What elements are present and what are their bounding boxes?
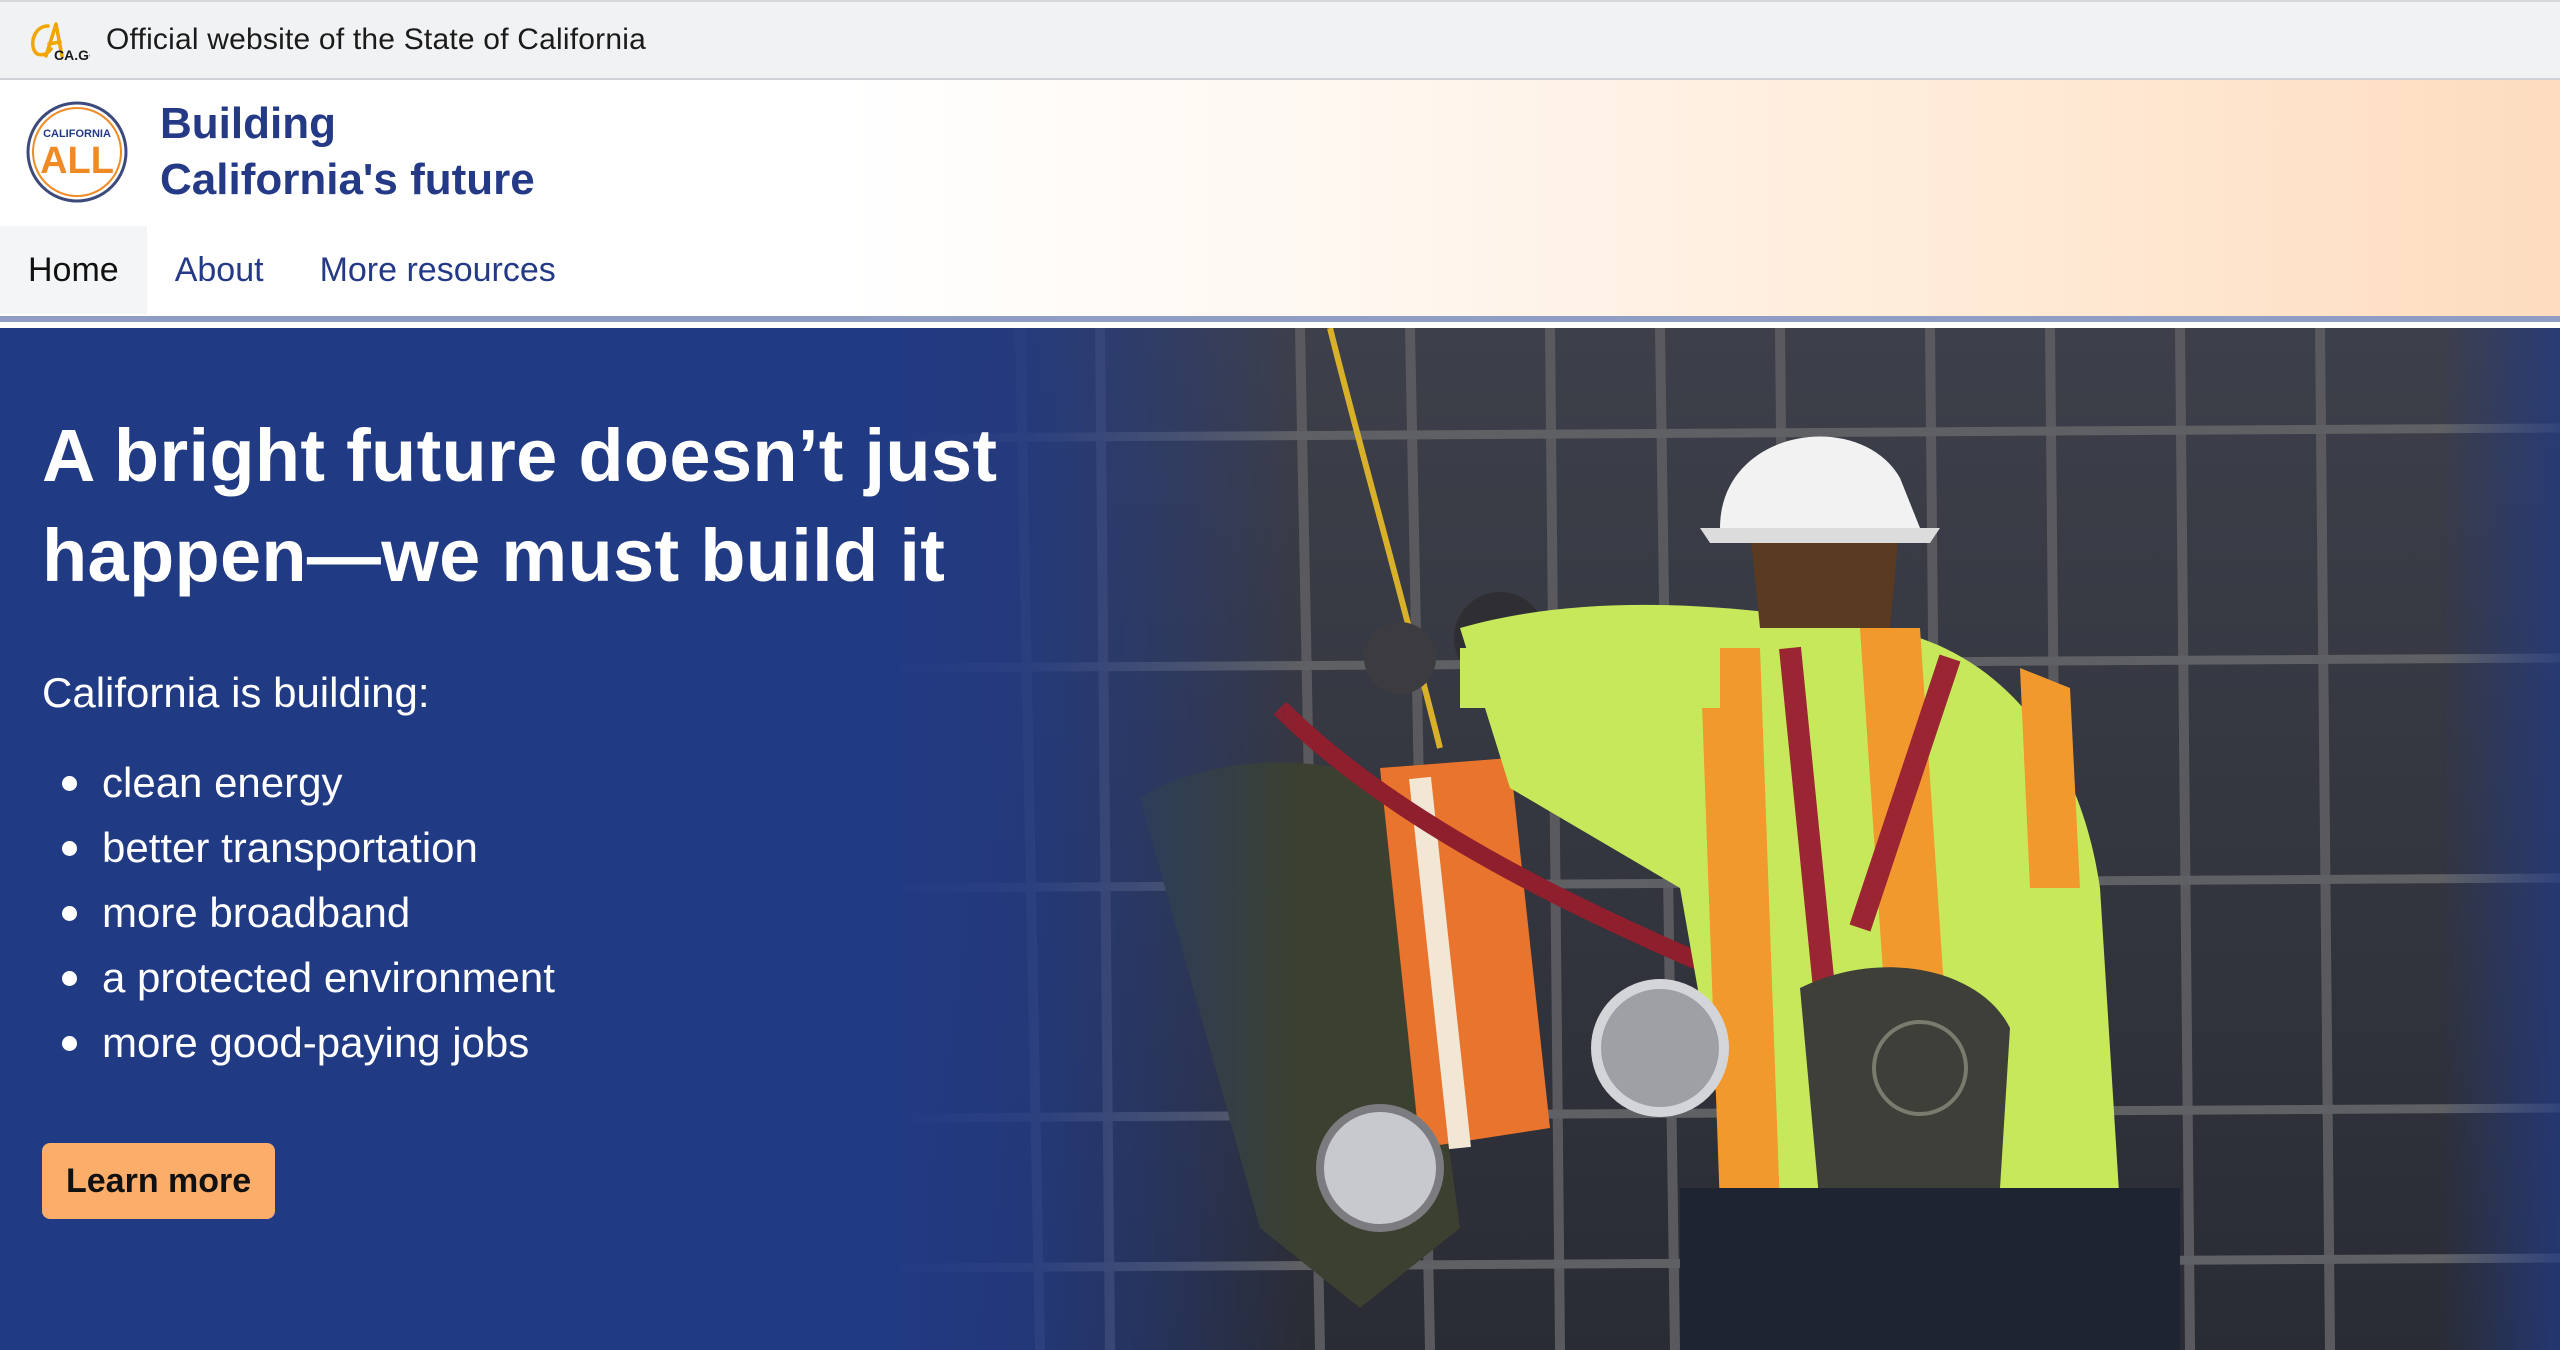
logo-all-text: ALL [40, 140, 114, 182]
site-header: CALIFORNIA ALL Building California's fut… [0, 80, 2560, 322]
site-title[interactable]: Building California's future [160, 96, 535, 208]
site-title-line1: Building [160, 99, 336, 148]
nav-item-home[interactable]: Home [0, 226, 147, 314]
learn-more-button[interactable]: Learn more [42, 1143, 276, 1219]
list-item-clean-energy: clean energy [42, 750, 1042, 815]
building-list: clean energy better transportation more … [42, 750, 1042, 1075]
cagov-logo-text: CA.GOV [54, 47, 90, 63]
list-item-more-broadband: more broadband [42, 880, 1042, 945]
nav-item-about[interactable]: About [147, 226, 292, 314]
nav-item-more-resources[interactable]: More resources [292, 226, 584, 314]
list-item-protected-environment: a protected environment [42, 945, 1042, 1010]
site-brand[interactable]: CALIFORNIA ALL Building California's fut… [26, 96, 535, 208]
hero-section: A bright future doesn’t just happen—we m… [0, 328, 2560, 1350]
hero-heading: A bright future doesn’t just happen—we m… [42, 406, 1042, 606]
main-navigation: Home About More resources [0, 226, 584, 314]
list-item-good-paying-jobs: more good-paying jobs [42, 1010, 1042, 1075]
official-banner: CA.GOV Official website of the State of … [0, 0, 2560, 80]
cagov-logo-icon[interactable]: CA.GOV [26, 16, 90, 64]
hero-content: A bright future doesn’t just happen—we m… [42, 406, 1042, 1219]
site-title-line2: California's future [160, 155, 535, 204]
hero-intro-text: California is building: [42, 669, 430, 716]
california-all-logo-icon[interactable]: CALIFORNIA ALL [26, 101, 128, 203]
hero-heading-line2: happen—we must build it [42, 514, 946, 597]
hero-image-fade-right [2440, 328, 2560, 1350]
list-item-better-transportation: better transportation [42, 815, 1042, 880]
hero-heading-line1: A bright future doesn’t just [42, 414, 998, 497]
official-website-text: Official website of the State of Califor… [106, 23, 646, 56]
logo-california-text: CALIFORNIA [43, 128, 111, 140]
